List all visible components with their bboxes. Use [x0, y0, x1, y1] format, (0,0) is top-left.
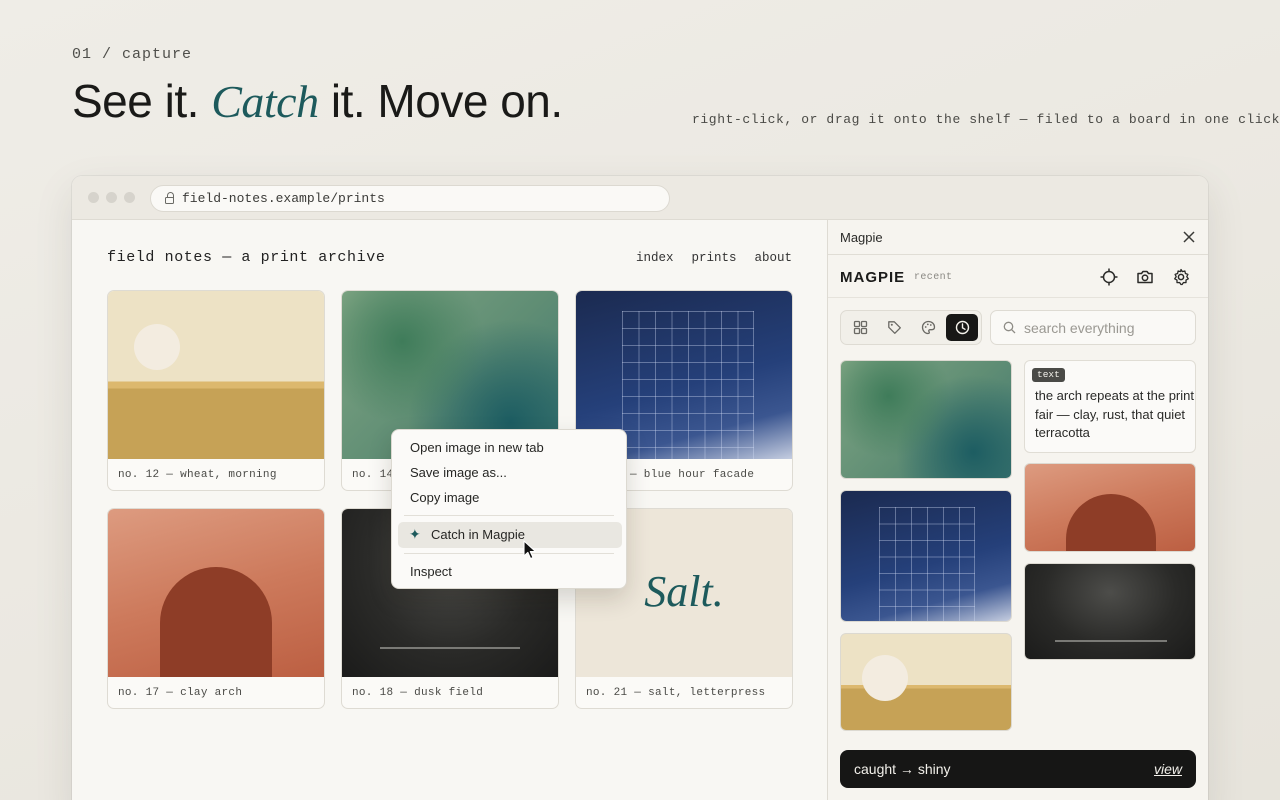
menu-separator — [404, 553, 614, 554]
print-card[interactable]: no. 17 — clay arch — [107, 508, 325, 709]
toast-message: caught → shiny — [854, 761, 951, 777]
horizon-line — [380, 647, 520, 649]
mouse-cursor-icon — [523, 540, 537, 560]
filter-palette-button[interactable] — [912, 314, 944, 341]
browser-titlebar: field-notes.example/prints — [72, 176, 1208, 220]
saved-item-blue-facade[interactable] — [840, 490, 1012, 622]
headline-part1: See it. — [72, 75, 212, 127]
print-card[interactable]: no. 12 — wheat, morning — [107, 290, 325, 491]
filter-tag-button[interactable] — [878, 314, 910, 341]
nav-index[interactable]: index — [636, 251, 674, 265]
menu-save-image[interactable]: Save image as... — [410, 465, 507, 480]
arch-shape — [1066, 494, 1156, 551]
capture-toast: caught → shiny view — [840, 750, 1196, 788]
sun-shape — [862, 655, 908, 701]
tag-icon — [887, 321, 901, 334]
arch-shape — [160, 567, 272, 677]
toast-view-link[interactable]: view — [1154, 761, 1182, 777]
window-maximize-dot[interactable] — [124, 192, 135, 203]
site-nav: index prints about — [636, 251, 792, 265]
print-caption: no. 14 — [352, 469, 394, 481]
gear-icon[interactable] — [1171, 267, 1191, 287]
lock-icon — [165, 192, 174, 204]
saved-text-note[interactable]: text the arch repeats at the print fair … — [1024, 360, 1196, 453]
filter-recent-button[interactable] — [946, 314, 978, 341]
logo-subtitle: recent — [914, 272, 953, 283]
filter-grid-button[interactable] — [844, 314, 876, 341]
camera-icon[interactable] — [1135, 267, 1155, 287]
saved-item-green[interactable] — [840, 360, 1012, 479]
print-caption: no. 12 — wheat, morning — [118, 469, 277, 481]
note-type-badge: text — [1032, 368, 1065, 382]
menu-inspect[interactable]: Inspect — [410, 564, 452, 579]
search-icon — [1003, 321, 1016, 334]
hero-tagline: right-click, or drag it onto the shelf —… — [692, 112, 1280, 127]
saved-item-dusk[interactable] — [1024, 563, 1196, 660]
address-bar[interactable]: field-notes.example/prints — [150, 185, 670, 212]
window-minimize-dot[interactable] — [106, 192, 117, 203]
note-text: the arch repeats at the print fair — cla… — [1035, 388, 1194, 440]
menu-separator — [404, 515, 614, 516]
context-menu: Open image in new tab Save image as... C… — [391, 429, 627, 589]
palette-icon — [921, 320, 935, 335]
window-close-dot[interactable] — [88, 192, 99, 203]
filter-segmented-control — [840, 310, 982, 345]
menu-catch-in-magpie[interactable]: Catch in Magpie — [431, 527, 525, 542]
salt-wordmark: Salt. — [644, 566, 724, 616]
print-caption: — blue hour facade — [630, 469, 755, 481]
site-title: field notes — a print archive — [107, 249, 386, 266]
menu-open-new-tab[interactable]: Open image in new tab — [410, 440, 544, 455]
search-box[interactable] — [990, 310, 1196, 345]
panel-header: Magpie — [828, 220, 1208, 255]
print-image-clay-arch[interactable] — [108, 509, 324, 677]
hero-eyebrow: 01 / capture — [72, 46, 193, 63]
nav-prints[interactable]: prints — [691, 251, 736, 265]
print-caption: no. 18 — dusk field — [352, 687, 484, 699]
panel-toolbar: MAGPIE recent — [828, 255, 1208, 298]
sparkle-icon: ✦ — [409, 526, 421, 542]
headline-accent: Catch — [211, 76, 319, 127]
headline-part2: it. Move on. — [318, 75, 563, 127]
address-url: field-notes.example/prints — [182, 191, 385, 206]
browser-window: field-notes.example/prints field notes —… — [72, 176, 1208, 800]
magpie-panel: Magpie MAGPIE recent search everything t… — [827, 220, 1208, 800]
hero-headline: See it. Catch it. Move on. — [72, 74, 563, 128]
clock-icon — [955, 320, 969, 335]
facade-grid — [622, 311, 754, 459]
magpie-logo: MAGPIE — [840, 269, 906, 286]
print-image-wheat[interactable] — [108, 291, 324, 459]
facade-grid — [879, 507, 975, 621]
search-input[interactable] — [1024, 319, 1184, 336]
saved-item-clay-arch[interactable] — [1024, 463, 1196, 552]
close-icon[interactable] — [1182, 230, 1196, 244]
horizon-line — [1055, 640, 1167, 642]
nav-about[interactable]: about — [754, 251, 792, 265]
print-caption: no. 21 — salt, letterpress — [586, 687, 766, 699]
grid-icon — [853, 320, 867, 335]
crosshair-icon[interactable] — [1099, 267, 1119, 287]
menu-copy-image[interactable]: Copy image — [410, 490, 479, 505]
sun-shape — [134, 324, 180, 370]
saved-item-wheat[interactable] — [840, 633, 1012, 731]
print-caption: no. 17 — clay arch — [118, 687, 243, 699]
panel-title: Magpie — [840, 230, 883, 245]
